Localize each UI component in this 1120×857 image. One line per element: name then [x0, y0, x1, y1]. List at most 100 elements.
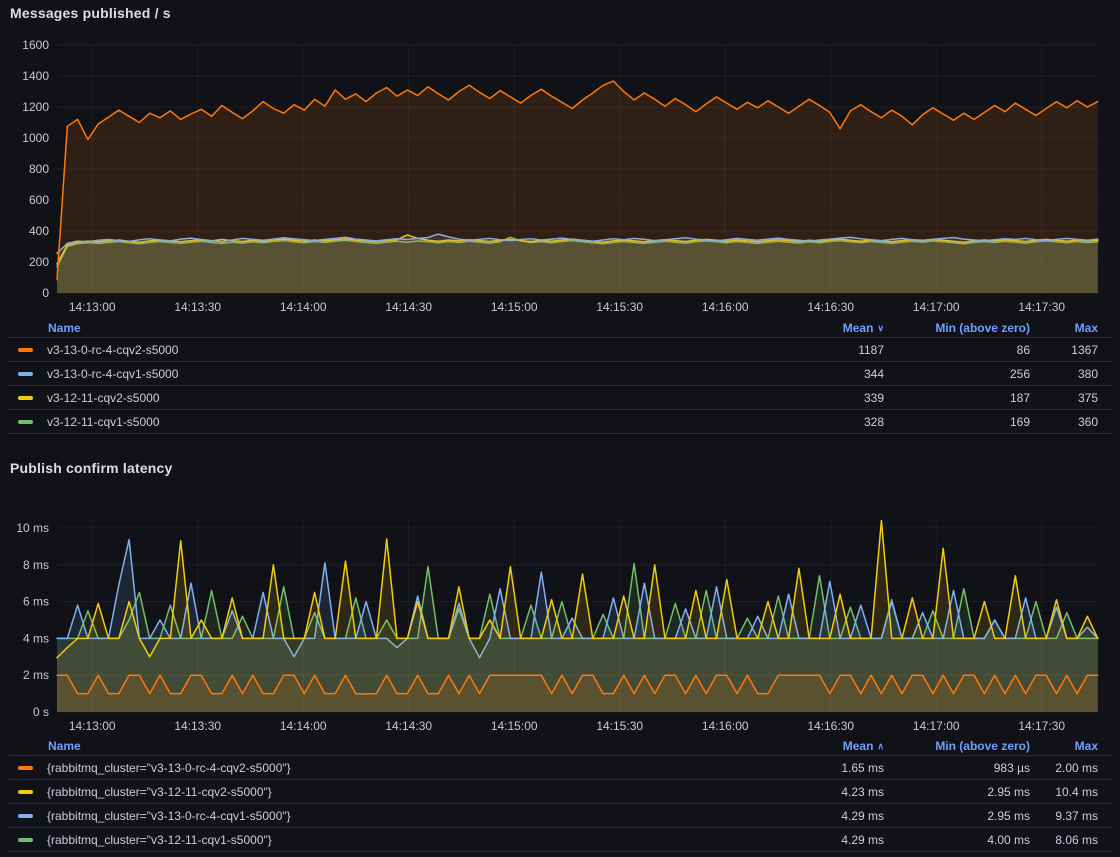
legend-messages-published: Name Mean∨ Min (above zero) Max v3-13-0-… [8, 318, 1112, 434]
y-tick-label: 0 [42, 286, 49, 300]
y-tick-label: 600 [29, 193, 49, 207]
series-color-swatch[interactable] [18, 348, 33, 352]
y-tick-label: 1000 [22, 131, 49, 145]
x-tick-label: 14:14:00 [280, 300, 327, 314]
legend-row: v3-12-11-cqv2-s5000 339187375 [8, 386, 1112, 410]
legend-col-min[interactable]: Min (above zero) [898, 739, 1030, 753]
legend-col-min[interactable]: Min (above zero) [898, 321, 1030, 335]
y-tick-label: 4 ms [23, 631, 49, 645]
legend-header: Name Mean∨ Min (above zero) Max [8, 318, 1112, 338]
legend-header: Name Mean∧ Min (above zero) Max [8, 736, 1112, 756]
x-tick-label: 14:13:00 [69, 300, 116, 314]
legend-mean-value: 1.65 ms [778, 761, 898, 775]
legend-col-mean[interactable]: Mean∧ [778, 739, 898, 753]
legend-row: {rabbitmq_cluster="v3-12-11-cqv2-s5000"}… [8, 780, 1112, 804]
legend-col-max[interactable]: Max [1030, 321, 1112, 335]
y-tick-label: 10 ms [16, 521, 49, 535]
legend-col-mean-label: Mean [843, 739, 874, 753]
messages-published-chart[interactable]: 0 200 400 600 800 1000 1200 1400 1600 14:13:00 14:… [0, 30, 1120, 318]
legend-publish-confirm-latency: Name Mean∧ Min (above zero) Max {rabbitm… [8, 736, 1112, 852]
legend-col-max[interactable]: Max [1030, 739, 1112, 753]
series-name[interactable]: v3-12-11-cqv2-s5000 [47, 391, 160, 405]
x-tick-label: 14:15:30 [596, 300, 643, 314]
x-tick-label: 14:17:00 [913, 300, 960, 314]
legend-max-value: 375 [1030, 391, 1112, 405]
series-color-swatch[interactable] [18, 396, 33, 400]
legend-max-value: 10.4 ms [1030, 785, 1112, 799]
legend-mean-value: 4.29 ms [778, 809, 898, 823]
x-tick-label: 14:13:30 [174, 300, 221, 314]
series-name[interactable]: v3-13-0-rc-4-cqv2-s5000 [47, 343, 178, 357]
x-tick-label: 14:17:30 [1018, 719, 1065, 733]
legend-row: v3-13-0-rc-4-cqv2-s5000 1187861367 [8, 338, 1112, 362]
y-tick-label: 8 ms [23, 558, 49, 572]
grafana-dashboard: Messages published / s 0 200 400 600 800 1000… [0, 0, 1120, 857]
y-tick-label: 1600 [22, 38, 49, 52]
series-color-swatch[interactable] [18, 838, 33, 842]
legend-mean-value: 4.29 ms [778, 833, 898, 847]
legend-rows: v3-13-0-rc-4-cqv2-s50001187861367v3-13-0… [8, 338, 1112, 434]
legend-min-value: 983 µs [898, 761, 1030, 775]
series-name[interactable]: {rabbitmq_cluster="v3-13-0-rc-4-cqv1-s50… [47, 809, 291, 823]
x-tick-label: 14:13:30 [174, 719, 221, 733]
series-name[interactable]: {rabbitmq_cluster="v3-13-0-rc-4-cqv2-s50… [47, 761, 291, 775]
legend-max-value: 360 [1030, 415, 1112, 429]
legend-min-value: 86 [898, 343, 1030, 357]
legend-mean-value: 1187 [778, 343, 898, 357]
y-tick-label: 2 ms [23, 668, 49, 682]
x-tick-label: 14:17:30 [1018, 300, 1065, 314]
legend-row: v3-12-11-cqv1-s5000 328169360 [8, 410, 1112, 434]
legend-col-name[interactable]: Name [8, 321, 778, 335]
x-tick-label: 14:13:00 [69, 719, 116, 733]
x-tick-label: 14:15:30 [596, 719, 643, 733]
x-tick-label: 14:15:00 [491, 300, 538, 314]
publish-confirm-latency-chart[interactable]: 0 s 2 ms 4 ms 6 ms 8 ms 10 ms 14:13:00 14:13:30… [0, 500, 1120, 736]
x-tick-label: 14:17:00 [913, 719, 960, 733]
legend-row: v3-13-0-rc-4-cqv1-s5000344256380 [8, 362, 1112, 386]
y-tick-label: 200 [29, 255, 49, 269]
series-name[interactable]: {rabbitmq_cluster="v3-12-11-cqv1-s5000"} [47, 833, 272, 847]
legend-max-value: 1367 [1030, 343, 1112, 357]
y-tick-label: 800 [29, 162, 49, 176]
legend-row: {rabbitmq_cluster="v3-13-0-rc-4-cqv2-s50… [8, 756, 1112, 780]
legend-min-value: 169 [898, 415, 1030, 429]
series-color-swatch[interactable] [18, 372, 33, 376]
y-tick-label: 1400 [22, 69, 49, 83]
y-tick-label: 0 s [33, 705, 49, 719]
series-name[interactable]: v3-12-11-cqv1-s5000 [47, 415, 160, 429]
legend-col-name[interactable]: Name [8, 739, 778, 753]
legend-col-mean-label: Mean [843, 321, 874, 335]
y-tick-label: 6 ms [23, 595, 49, 609]
x-tick-label: 14:14:30 [385, 300, 432, 314]
legend-min-value: 256 [898, 367, 1030, 381]
legend-min-value: 187 [898, 391, 1030, 405]
x-tick-label: 14:16:00 [702, 719, 749, 733]
x-tick-label: 14:16:00 [702, 300, 749, 314]
legend-col-mean[interactable]: Mean∨ [778, 321, 898, 335]
legend-max-value: 2.00 ms [1030, 761, 1112, 775]
series-name[interactable]: v3-13-0-rc-4-cqv1-s5000 [47, 367, 178, 381]
legend-max-value: 9.37 ms [1030, 809, 1112, 823]
y-tick-label: 1200 [22, 100, 49, 114]
x-tick-label: 14:15:00 [491, 719, 538, 733]
series-color-swatch[interactable] [18, 420, 33, 424]
legend-row: {rabbitmq_cluster="v3-13-0-rc-4-cqv1-s50… [8, 804, 1112, 828]
legend-rows: {rabbitmq_cluster="v3-13-0-rc-4-cqv2-s50… [8, 756, 1112, 852]
legend-mean-value: 339 [778, 391, 898, 405]
series-color-swatch[interactable] [18, 814, 33, 818]
panel-title-publish-confirm-latency[interactable]: Publish confirm latency [10, 460, 173, 476]
series-name[interactable]: {rabbitmq_cluster="v3-12-11-cqv2-s5000"} [47, 785, 272, 799]
series-color-swatch[interactable] [18, 790, 33, 794]
x-tick-label: 14:14:00 [280, 719, 327, 733]
y-tick-label: 400 [29, 224, 49, 238]
sort-caret-icon: ∧ [877, 741, 884, 752]
x-tick-label: 14:16:30 [807, 719, 854, 733]
legend-max-value: 380 [1030, 367, 1112, 381]
legend-mean-value: 328 [778, 415, 898, 429]
series-color-swatch[interactable] [18, 766, 33, 770]
panel-title-messages-published[interactable]: Messages published / s [10, 5, 171, 21]
legend-row: {rabbitmq_cluster="v3-12-11-cqv1-s5000"}… [8, 828, 1112, 852]
legend-min-value: 4.00 ms [898, 833, 1030, 847]
x-tick-label: 14:14:30 [385, 719, 432, 733]
legend-mean-value: 4.23 ms [778, 785, 898, 799]
